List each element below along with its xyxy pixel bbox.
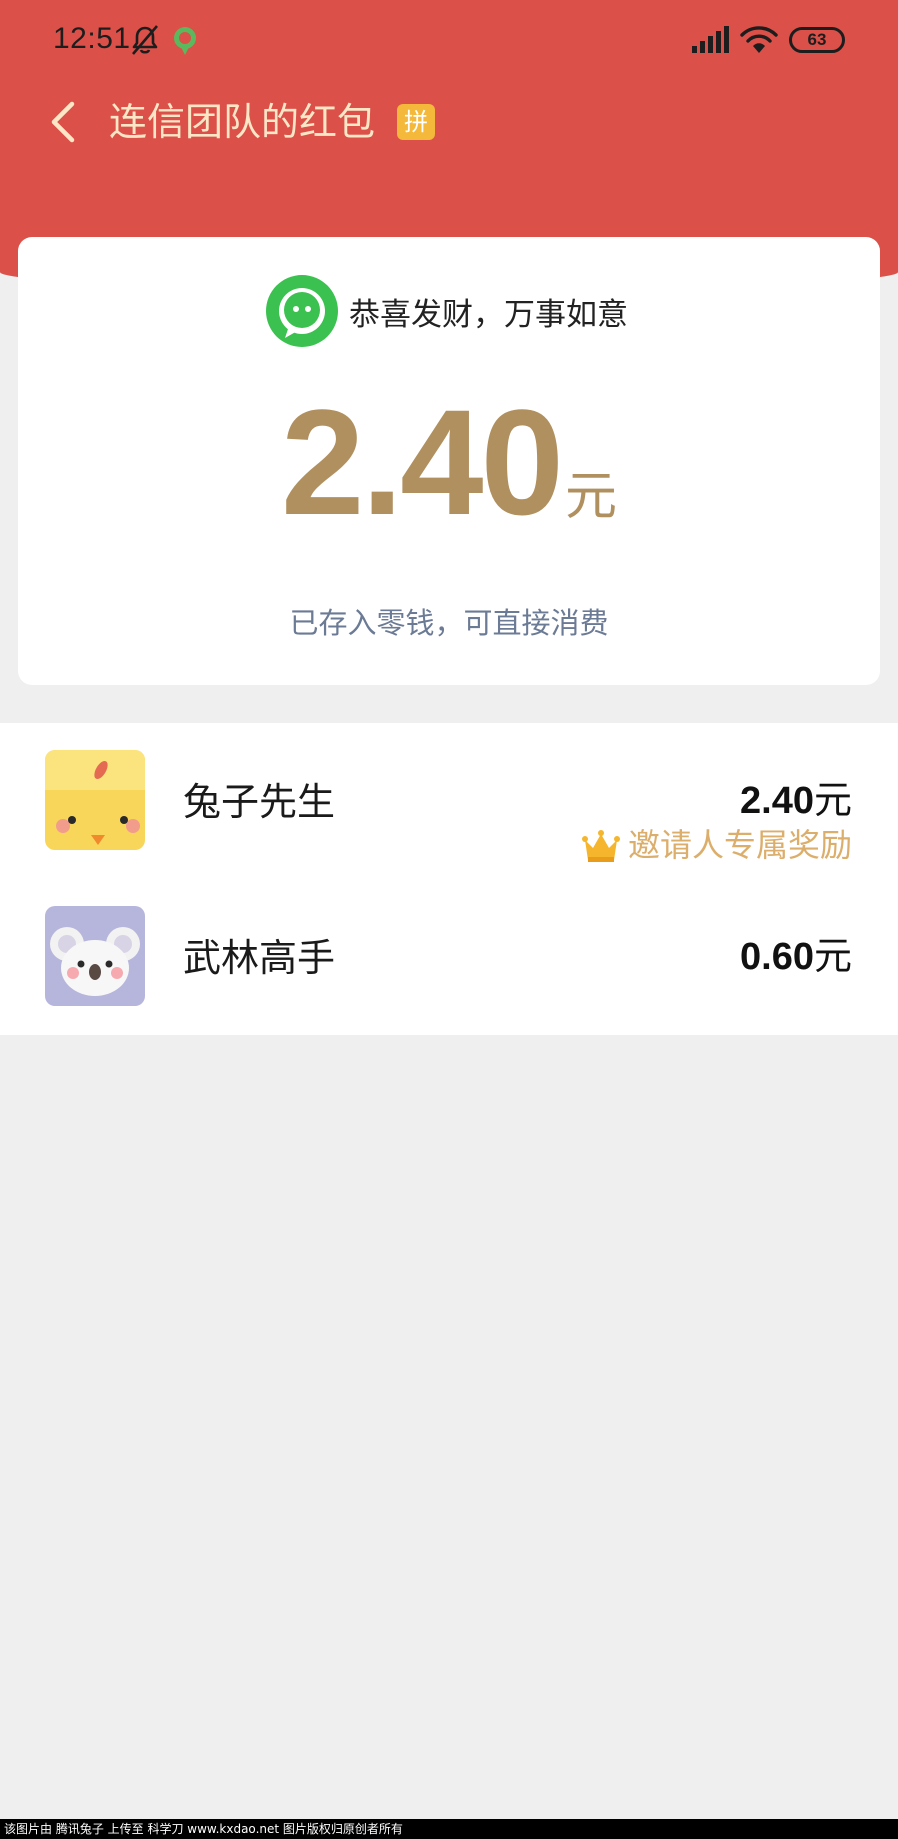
- battery-indicator: 63: [789, 27, 845, 53]
- group-badge: 拼: [397, 104, 435, 140]
- list-item[interactable]: 武林高手 0.60元: [0, 879, 898, 1035]
- amount-value: 2.40: [281, 378, 564, 546]
- status-bar: 12:51 63: [0, 0, 898, 80]
- signal-icon: [692, 26, 729, 53]
- recipient-list: 兔子先生 2.40元 邀请人专属奖励 武林高手 0.60元: [0, 723, 898, 1035]
- chevron-left-icon[interactable]: [44, 98, 84, 146]
- recipient-name: 兔子先生: [183, 780, 336, 824]
- recipient-amount: 0.60元: [740, 934, 852, 978]
- recipient-amount: 2.40元: [740, 778, 852, 822]
- list-item[interactable]: 兔子先生 2.40元 邀请人专属奖励: [0, 723, 898, 879]
- red-packet-card: 恭喜发财，万事如意 2.40元 已存入零钱，可直接消费: [18, 237, 880, 685]
- recipient-name: 武林高手: [183, 936, 336, 980]
- avatar: [45, 750, 145, 850]
- chat-logo-icon: [266, 275, 338, 347]
- greeting-text: 恭喜发财，万事如意: [349, 297, 628, 333]
- stored-note[interactable]: 已存入零钱，可直接消费: [18, 603, 880, 643]
- reward-label: 邀请人专属奖励: [581, 823, 852, 867]
- bell-off-icon: [132, 25, 158, 55]
- amount-display: 2.40元: [18, 387, 880, 537]
- amount-unit: 元: [564, 467, 617, 527]
- wifi-icon: [740, 26, 778, 53]
- crown-icon: [581, 830, 620, 862]
- status-time: 12:51: [53, 22, 131, 55]
- page-title: 连信团队的红包: [109, 100, 376, 144]
- app-status-icon: [174, 27, 196, 55]
- watermark-bar: 该图片由 腾讯兔子 上传至 科学刀 www.kxdao.net 图片版权归原创者…: [0, 1819, 898, 1839]
- avatar: [45, 906, 145, 1006]
